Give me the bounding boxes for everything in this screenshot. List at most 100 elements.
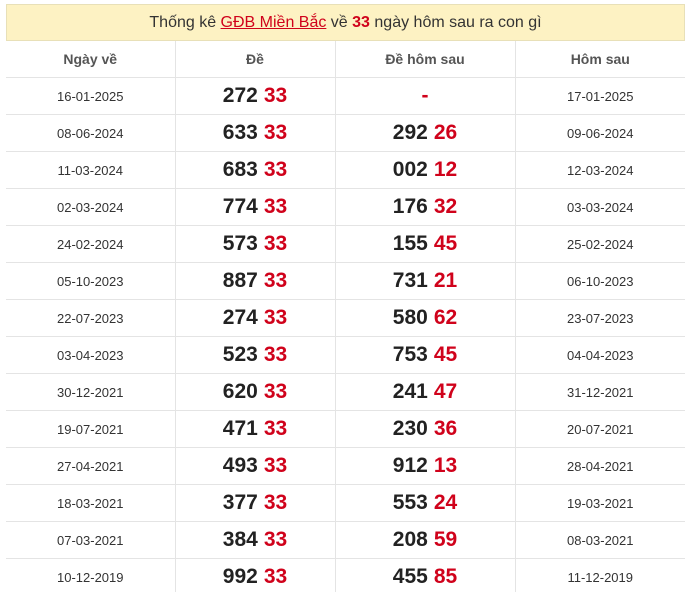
- next-date-cell: 23-07-2023: [514, 299, 685, 337]
- next-de-cell: -: [334, 77, 515, 115]
- de-cell: 620 33: [174, 373, 335, 411]
- next-date-cell: 04-04-2023: [514, 336, 685, 374]
- next-de-cell: 155 45: [334, 225, 515, 263]
- next-de-cell: 208 59: [334, 521, 515, 559]
- next-de-cell: 912 13: [334, 447, 515, 485]
- de-cell: 523 33: [174, 336, 335, 374]
- table-row: 10-12-2019 992 33 455 85 11-12-2019: [6, 558, 685, 592]
- next-number-suffix: 13: [433, 454, 458, 477]
- title-middle: về: [326, 14, 353, 31]
- header-hom-sau: Hôm sau: [514, 41, 685, 78]
- de-number-prefix: 683: [222, 158, 258, 181]
- de-number-prefix: 274: [222, 306, 258, 329]
- de-number-suffix: 33: [263, 528, 288, 551]
- next-number-prefix: 580: [392, 306, 428, 329]
- next-number-suffix: 45: [433, 232, 458, 255]
- next-date-cell: 20-07-2021: [514, 410, 685, 448]
- next-number-suffix: 24: [433, 491, 458, 514]
- de-number-suffix: 33: [263, 232, 288, 255]
- date-cell: 19-07-2021: [6, 410, 175, 448]
- date-cell: 10-12-2019: [6, 558, 175, 592]
- next-number-suffix: 85: [433, 565, 458, 588]
- date-cell: 30-12-2021: [6, 373, 175, 411]
- de-cell: 272 33: [174, 77, 335, 115]
- next-number-prefix: 002: [392, 158, 428, 181]
- date-cell: 24-02-2024: [6, 225, 175, 263]
- table-row: 07-03-2021 384 33 208 59 08-03-2021: [6, 521, 685, 559]
- next-date-cell: 03-03-2024: [514, 188, 685, 226]
- next-de-cell: 553 24: [334, 484, 515, 522]
- title-link-gdb-mien-bac[interactable]: GĐB Miền Bắc: [221, 14, 327, 31]
- next-number-prefix: 241: [392, 380, 428, 403]
- stats-title: Thống kê GĐB Miền Bắc về 33 ngày hôm sau…: [6, 4, 685, 41]
- de-number-prefix: 620: [222, 380, 258, 403]
- table-row: 08-06-2024 633 33 292 26 09-06-2024: [6, 114, 685, 152]
- next-de-cell: 580 62: [334, 299, 515, 337]
- de-cell: 774 33: [174, 188, 335, 226]
- next-de-cell: 731 21: [334, 262, 515, 300]
- title-number: 33: [352, 14, 370, 31]
- next-date-cell: 25-02-2024: [514, 225, 685, 263]
- de-number-prefix: 377: [222, 491, 258, 514]
- next-number-prefix: 208: [392, 528, 428, 551]
- next-number-suffix: 21: [433, 269, 458, 292]
- de-number-suffix: 33: [263, 121, 288, 144]
- header-de: Đề: [174, 41, 335, 78]
- next-number-suffix: 32: [433, 195, 458, 218]
- de-cell: 384 33: [174, 521, 335, 559]
- table-row: 24-02-2024 573 33 155 45 25-02-2024: [6, 225, 685, 263]
- de-cell: 377 33: [174, 484, 335, 522]
- next-de-cell: 455 85: [334, 558, 515, 592]
- de-number-prefix: 493: [222, 454, 258, 477]
- table-row: 18-03-2021 377 33 553 24 19-03-2021: [6, 484, 685, 522]
- de-number-prefix: 471: [222, 417, 258, 440]
- table-row: 05-10-2023 887 33 731 21 06-10-2023: [6, 262, 685, 300]
- next-number-prefix: 230: [392, 417, 428, 440]
- table-row: 30-12-2021 620 33 241 47 31-12-2021: [6, 373, 685, 411]
- next-number-prefix: 176: [392, 195, 428, 218]
- next-number-prefix: 731: [392, 269, 428, 292]
- date-cell: 11-03-2024: [6, 151, 175, 189]
- next-date-cell: 11-12-2019: [514, 558, 685, 592]
- de-number-suffix: 33: [263, 84, 288, 107]
- date-cell: 27-04-2021: [6, 447, 175, 485]
- next-date-cell: 12-03-2024: [514, 151, 685, 189]
- next-number-prefix: 292: [392, 121, 428, 144]
- de-number-prefix: 774: [222, 195, 258, 218]
- next-number-prefix: 455: [392, 565, 428, 588]
- header-de-hom-sau: Đề hôm sau: [334, 41, 515, 78]
- date-cell: 16-01-2025: [6, 77, 175, 115]
- de-number-suffix: 33: [263, 565, 288, 588]
- next-date-cell: 31-12-2021: [514, 373, 685, 411]
- de-number-prefix: 573: [222, 232, 258, 255]
- table-row: 02-03-2024 774 33 176 32 03-03-2024: [6, 188, 685, 226]
- next-number-prefix: 155: [392, 232, 428, 255]
- de-number-prefix: 523: [222, 343, 258, 366]
- table-row: 11-03-2024 683 33 002 12 12-03-2024: [6, 151, 685, 189]
- date-cell: 07-03-2021: [6, 521, 175, 559]
- next-number-suffix: 45: [433, 343, 458, 366]
- de-number-suffix: 33: [263, 491, 288, 514]
- next-date-cell: 17-01-2025: [514, 77, 685, 115]
- next-number-prefix: 912: [392, 454, 428, 477]
- de-number-suffix: 33: [263, 380, 288, 403]
- de-number-suffix: 33: [263, 269, 288, 292]
- next-de-cell: 241 47: [334, 373, 515, 411]
- de-number-prefix: 384: [222, 528, 258, 551]
- next-number-suffix: 47: [433, 380, 458, 403]
- de-cell: 887 33: [174, 262, 335, 300]
- de-number-prefix: 272: [222, 84, 258, 107]
- next-date-cell: 09-06-2024: [514, 114, 685, 152]
- de-number-suffix: 33: [263, 343, 288, 366]
- de-cell: 992 33: [174, 558, 335, 592]
- de-number-prefix: 633: [222, 121, 258, 144]
- next-de-cell: 292 26: [334, 114, 515, 152]
- title-suffix: ngày hôm sau ra con gì: [369, 14, 542, 31]
- de-cell: 471 33: [174, 410, 335, 448]
- next-number-prefix: 553: [392, 491, 428, 514]
- table-row: 22-07-2023 274 33 580 62 23-07-2023: [6, 299, 685, 337]
- title-prefix: Thống kê: [149, 14, 221, 31]
- next-de-cell: 753 45: [334, 336, 515, 374]
- de-cell: 573 33: [174, 225, 335, 263]
- de-cell: 633 33: [174, 114, 335, 152]
